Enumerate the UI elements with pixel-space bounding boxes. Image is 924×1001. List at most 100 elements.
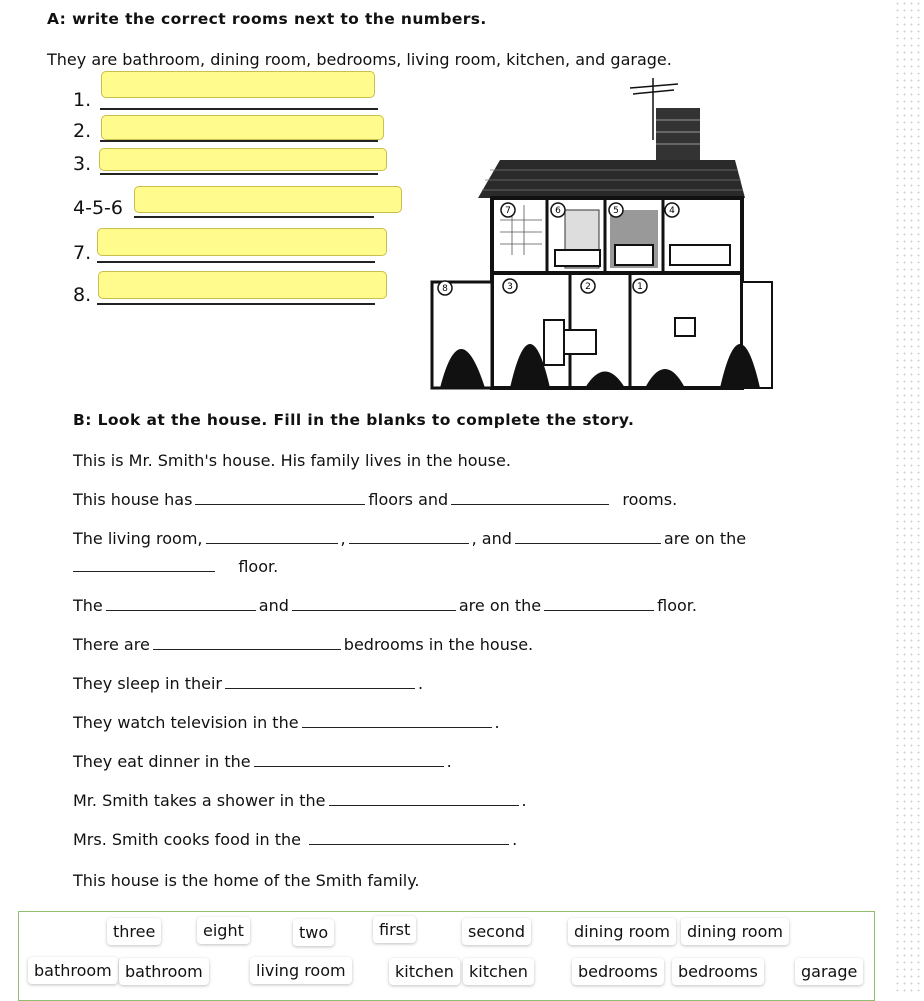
room-label-4: 4 [664,202,680,218]
word-chip[interactable]: bathroom [119,958,209,985]
story-text: . [417,674,424,693]
item-label-8: 8. [73,284,92,306]
svg-text:3: 3 [507,282,513,292]
blank-dinner-room[interactable] [253,752,444,767]
story-line-5: There are bedrooms in the house. [73,635,533,654]
story-text: They watch television in the [73,713,299,732]
room-label-7: 7 [500,202,516,218]
svg-text:4: 4 [669,206,675,216]
item-label-4-5-6: 4-5-6 [73,197,123,219]
house-illustration: 7 6 5 4 3 2 1 8 [430,78,773,390]
blank-tv-room[interactable] [301,713,492,728]
word-chip[interactable]: eight [197,917,250,944]
word-chip[interactable]: bathroom [28,957,118,984]
answer-line-3 [100,173,378,175]
blank-room-b[interactable] [348,529,469,544]
svg-text:7: 7 [505,206,511,216]
answer-line-1 [100,108,378,110]
svg-text:8: 8 [442,284,448,294]
item-label-7: 7. [73,242,92,264]
word-chip[interactable]: living room [250,957,352,984]
answer-box-1[interactable] [101,71,375,98]
story-text: . [512,830,518,849]
word-chip[interactable]: second [462,918,532,945]
story-text: . [521,791,527,810]
story-line-8: They eat dinner in the. [73,752,452,771]
blank-sleep-room[interactable] [224,674,415,689]
blank-floor-a[interactable] [73,557,215,572]
blank-cook-room[interactable] [309,830,510,845]
section-b-title: B: Look at the house. Fill in the blanks… [73,411,635,429]
bed-5 [614,244,654,266]
word-chip[interactable]: two [293,919,335,946]
blank-bedroom-count[interactable] [152,635,341,650]
story-text: bedrooms in the house. [343,635,534,654]
chimney [656,108,700,160]
story-text: This house is the home of the Smith fami… [73,871,420,890]
svg-text:6: 6 [555,206,561,216]
story-line-2: This house has floors and rooms. [73,490,677,509]
television [674,317,696,337]
blank-room-a[interactable] [205,529,338,544]
section-a-intro: They are bathroom, dining room, bedrooms… [47,50,672,69]
section-a-title: A: write the correct rooms next to the n… [47,10,487,28]
word-chip[interactable]: kitchen [389,958,460,985]
story-text: , and [471,529,512,548]
answer-box-3[interactable] [99,148,387,171]
word-chip[interactable]: garage [795,958,864,985]
bed-6 [554,249,601,267]
blank-floors-count[interactable] [195,490,366,505]
word-chip[interactable]: kitchen [463,958,534,985]
answer-box-4-5-6[interactable] [134,186,402,213]
svg-text:2: 2 [585,282,591,292]
blank-room-e[interactable] [291,596,456,611]
story-text: The living room, [73,529,203,548]
page-edge-dots [894,0,924,993]
answer-line-4-5-6 [134,216,374,218]
word-chip[interactable]: dining room [568,918,676,945]
answer-box-7[interactable] [97,228,387,256]
story-text: and [258,596,289,615]
svg-text:5: 5 [613,206,619,216]
blank-room-c[interactable] [514,529,661,544]
blank-shower-room[interactable] [328,791,519,806]
story-line-4: The and are on the floor. [73,596,697,615]
word-chip[interactable]: dining room [681,918,789,945]
answer-line-7 [97,261,375,263]
story-text: The [73,596,103,615]
story-line-6: They sleep in their. [73,674,423,693]
blank-floor-b[interactable] [544,596,655,611]
story-line-9: Mr. Smith takes a shower in the. [73,791,527,810]
word-chip[interactable]: first [373,916,417,943]
word-chip[interactable]: bedrooms [572,958,664,985]
blank-room-d[interactable] [105,596,256,611]
story-text: . [494,713,500,732]
word-chip[interactable]: bedrooms [672,958,764,985]
story-line-7: They watch television in the. [73,713,500,732]
item-label-1: 1. [73,89,92,111]
blank-rooms-count[interactable] [451,490,610,505]
fridge [543,319,565,366]
story-text: rooms. [622,490,678,509]
svg-text:1: 1 [637,282,643,292]
answer-box-8[interactable] [98,271,387,299]
story-text: Mrs. Smith cooks food in the [73,830,302,849]
roof [478,160,745,198]
story-text: Mr. Smith takes a shower in the [73,791,326,810]
room-label-2: 2 [580,278,596,294]
story-text: floor. [238,557,279,576]
story-text: floor. [657,596,697,615]
room-label-5: 5 [608,202,624,218]
story-text: This house has [73,490,193,509]
story-text: This is Mr. Smith's house. His family li… [73,451,511,470]
story-text: , [340,529,346,548]
story-line-1: This is Mr. Smith's house. His family li… [73,451,511,470]
item-label-3: 3. [73,153,92,175]
story-line-3: The living room,, , and are on the [73,529,746,548]
story-text: They sleep in their [73,674,222,693]
room-label-8: 8 [437,280,453,296]
word-chip[interactable]: three [107,918,162,945]
story-text: There are [73,635,150,654]
story-text: are on the [458,596,542,615]
answer-box-2[interactable] [101,115,384,140]
